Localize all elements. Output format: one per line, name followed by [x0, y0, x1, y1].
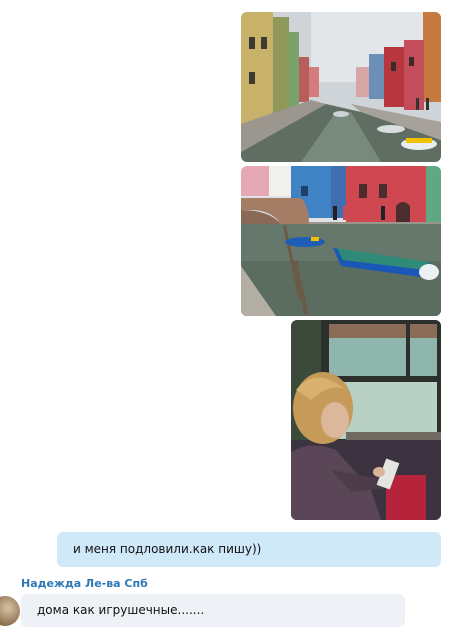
photo-woman-by-window[interactable] — [291, 320, 441, 520]
photo-canal-bridge-boats-image — [241, 166, 441, 316]
photo-canal-houses-image — [241, 12, 441, 162]
incoming-message-bubble[interactable]: дома как игрушечные....... — [21, 594, 405, 627]
incoming-sender-name[interactable]: Надежда Ле-ва Спб — [21, 577, 148, 590]
avatar[interactable] — [0, 596, 20, 626]
outgoing-message-bubble[interactable]: и меня подловили.как пишу)) — [57, 532, 441, 567]
outgoing-message-text: и меня подловили.как пишу)) — [73, 542, 262, 556]
photo-woman-by-window-image — [291, 320, 441, 520]
photo-canal-bridge-boats[interactable] — [241, 166, 441, 316]
incoming-message-text: дома как игрушечные....... — [37, 603, 205, 617]
photo-canal-houses[interactable] — [241, 12, 441, 162]
